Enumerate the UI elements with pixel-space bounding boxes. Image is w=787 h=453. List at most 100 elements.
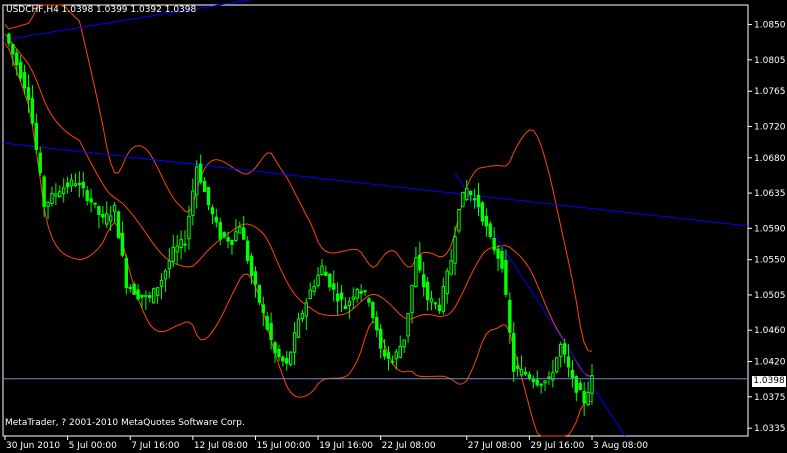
candle-body — [535, 379, 539, 386]
time-tick-label: 7 Jul 16:00 — [131, 441, 180, 451]
candle-body — [378, 328, 383, 349]
candle-body — [304, 302, 309, 317]
candle-body — [519, 368, 524, 376]
price-axis: 1.0850 1.0805 1.0765 1.0720 1.0680 1.0635 1.05… — [748, 21, 786, 434]
candle-body — [50, 192, 54, 204]
candle-body — [371, 302, 375, 318]
bollinger-bands — [4, 4, 593, 437]
candle-body — [108, 215, 113, 222]
candle-body — [124, 257, 129, 288]
candle-body — [543, 380, 547, 384]
time-tick-label: 27 Jul 08:00 — [468, 441, 522, 451]
price-tick-label: 1.0335 — [754, 424, 786, 434]
price-tick-label: 1.0460 — [754, 326, 786, 336]
candle-body — [144, 294, 148, 298]
candle-body — [508, 299, 512, 333]
candle-body — [195, 166, 199, 196]
candle-body — [359, 290, 363, 294]
candle-body — [15, 52, 19, 66]
candle-body — [93, 202, 97, 205]
candle-body — [222, 231, 226, 238]
time-axis: 30 Jun 2010 5 Jul 00:00 7 Jul 16:00 12 Jul … — [4, 436, 648, 451]
candle-body — [116, 211, 121, 239]
candle-body — [58, 191, 62, 197]
candle-body — [245, 240, 250, 261]
candle-body — [210, 207, 215, 215]
candle-body — [347, 300, 352, 306]
candle-body — [586, 391, 590, 406]
chart-window[interactable]: 1.0850 1.0805 1.0765 1.0720 1.0680 1.0635 1.05… — [0, 0, 787, 453]
candle-body — [11, 43, 15, 55]
candle-body — [414, 257, 418, 287]
candle-body — [335, 293, 340, 302]
candle-body — [175, 245, 179, 253]
candle-body — [105, 213, 109, 225]
candle-body — [234, 231, 238, 242]
candle-body — [523, 371, 528, 375]
time-tick-label: 12 Jul 08:00 — [194, 441, 248, 451]
candle-body — [65, 182, 70, 188]
candle-body — [206, 186, 211, 206]
candle-body — [85, 190, 89, 201]
time-tick-label: 22 Jul 08:00 — [382, 441, 436, 451]
candle-body — [187, 215, 191, 240]
candle-body — [433, 302, 438, 305]
candle-body — [136, 289, 140, 300]
candle-body — [332, 283, 336, 290]
candle-body — [484, 216, 489, 227]
candle-body — [406, 313, 410, 337]
price-tick-label: 1.0680 — [754, 154, 786, 164]
candle-body — [30, 98, 35, 124]
bollinger-upper — [4, 4, 593, 352]
price-tick-label: 1.0635 — [754, 189, 786, 199]
symbol-header: USDCHF,H4 1.0398 1.0399 1.0392 1.0398 — [6, 5, 197, 15]
candle-body — [398, 345, 402, 358]
candle-body — [226, 237, 230, 242]
candle-body — [18, 61, 23, 79]
candle-body — [81, 181, 85, 189]
candle-body — [26, 87, 31, 100]
time-tick-label: 15 Jul 00:00 — [256, 441, 310, 451]
candle-body — [257, 285, 262, 303]
candle-body — [527, 374, 532, 379]
candle-body — [355, 289, 359, 299]
candle-body — [320, 265, 324, 276]
candle-body — [54, 193, 58, 197]
candle-body — [445, 270, 449, 294]
candle-body — [34, 122, 39, 150]
candle-body — [363, 290, 367, 293]
candle-body — [531, 378, 536, 383]
time-tick-label: 29 Jul 16:00 — [530, 441, 584, 451]
candle-body — [281, 356, 285, 362]
price-tick-label: 1.0375 — [754, 393, 786, 403]
price-chart[interactable]: 1.0850 1.0805 1.0765 1.0720 1.0680 1.0635 1.05… — [0, 0, 787, 453]
candle-body — [69, 179, 74, 187]
candle-body — [515, 365, 520, 369]
candle-body — [457, 208, 461, 232]
candle-body — [148, 295, 152, 299]
candle-body — [437, 304, 442, 312]
candle-body — [285, 357, 289, 364]
candle-body — [218, 222, 222, 240]
candle-body — [101, 213, 105, 218]
candle-body — [249, 255, 254, 276]
price-tick-label: 1.0765 — [754, 87, 786, 97]
price-tick-label: 1.0590 — [754, 224, 786, 234]
candle-body — [152, 288, 156, 304]
candle-body — [375, 317, 379, 331]
candle-body — [496, 248, 500, 259]
candle-body — [429, 298, 434, 303]
candle-body — [89, 198, 93, 203]
candle-body — [339, 292, 344, 300]
time-tick-label: 30 Jun 2010 — [6, 441, 60, 451]
candle-body — [296, 318, 301, 338]
candle-body — [300, 312, 305, 320]
candle-body — [555, 357, 559, 373]
candle-body — [449, 260, 453, 275]
candle-body — [425, 281, 430, 301]
candle-body — [132, 283, 136, 295]
candle-body — [112, 204, 117, 212]
candle-body — [582, 391, 586, 404]
candle-body — [480, 202, 485, 222]
trendline-descending[interactable] — [454, 172, 626, 437]
